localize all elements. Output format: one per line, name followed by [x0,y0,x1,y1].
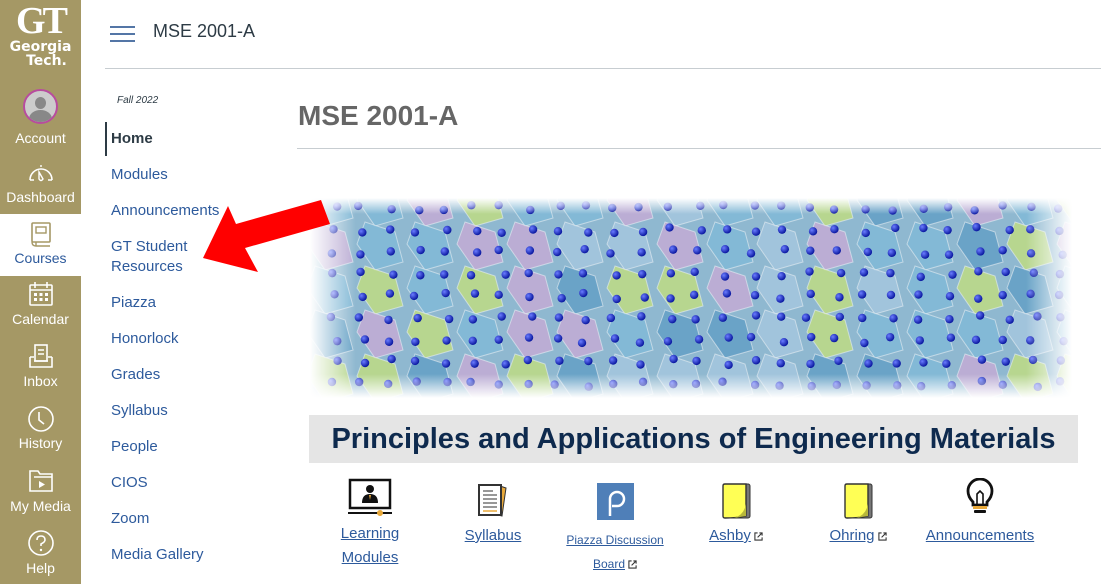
nav-inbox-label: Inbox [23,373,58,389]
course-nav-zoom[interactable]: Zoom [105,509,275,529]
announcements-link[interactable]: Announcements [918,524,1042,548]
nav-dashboard[interactable]: Dashboard [0,152,81,214]
nav-account-label: Account [15,130,66,146]
header-divider [105,68,1101,69]
piazza-icon [596,483,634,520]
title-divider [297,148,1101,149]
nav-calendar-label: Calendar [12,311,69,327]
book-icon [30,222,51,247]
media-folder-icon [28,470,53,492]
nav-calendar[interactable]: Calendar [0,278,81,340]
learning-modules-link[interactable]: Learning Modules [330,522,410,570]
avatar [23,89,58,124]
help-icon [27,530,54,556]
course-menu-toggle[interactable] [110,26,135,44]
georgia-tech-logo[interactable]: GT Georgia Tech. [0,0,81,82]
course-nav-announcements[interactable]: Announcements [105,201,275,221]
nav-history-label: History [18,435,63,451]
tile-syllabus[interactable]: Syllabus [457,482,529,548]
clock-icon [27,406,54,432]
piazza-discussion-board-link[interactable]: Piazza Discussion Board [560,528,670,576]
inbox-icon [28,344,53,368]
yellow-book-icon [844,483,873,519]
tile-ohring[interactable]: Ohring [820,482,896,548]
course-nav-media-gallery[interactable]: Media Gallery [105,545,275,565]
external-link-icon [754,531,763,541]
document-icon [478,484,507,517]
external-link-icon [628,560,637,569]
nav-my-media-label: My Media [10,498,71,514]
dashboard-icon [28,165,53,182]
crystal-structure-banner [310,198,1072,398]
nav-history[interactable]: History [0,402,81,464]
logo-name-line2: Tech. [26,53,67,69]
course-nav-syllabus[interactable]: Syllabus [105,401,275,421]
term-label: Fall 2022 [117,95,159,106]
logo-name-line1: Georgia [9,39,72,55]
logo-mark: GT [16,0,68,42]
course-nav-gt-student-resources[interactable]: GT Student Resources [105,237,275,277]
tile-piazza[interactable]: Piazza Discussion Board [560,483,670,576]
breadcrumb[interactable]: MSE 2001-A [153,21,255,42]
nav-courses[interactable]: Courses [0,214,81,276]
course-nav-modules[interactable]: Modules [105,165,275,185]
ohring-link[interactable]: Ohring [820,524,896,548]
page-title: MSE 2001-A [298,100,459,131]
course-nav-home[interactable]: Home [105,122,275,156]
external-link-icon [877,531,887,541]
tile-announcements[interactable]: Announcements [918,478,1042,548]
lightbulb-icon [966,478,994,513]
course-nav-grades[interactable]: Grades [105,365,275,385]
tile-ashby[interactable]: Ashby [698,482,774,548]
nav-dashboard-label: Dashboard [6,189,75,205]
nav-inbox[interactable]: Inbox [0,340,81,402]
syllabus-link[interactable]: Syllabus [457,524,529,548]
nav-account[interactable]: Account [0,84,81,150]
course-nav-cios[interactable]: CIOS [105,473,275,493]
ashby-link[interactable]: Ashby [698,524,774,548]
video-lecture-icon [348,478,392,516]
tile-learning-modules[interactable]: Learning Modules [330,478,410,570]
global-nav: GT Georgia Tech. Account Dashboard Cours… [0,0,81,584]
course-nav-honorlock[interactable]: Honorlock [105,329,275,349]
nav-courses-label: Courses [14,250,67,266]
calendar-icon [28,282,53,306]
yellow-book-icon [722,483,751,519]
nav-help[interactable]: Help [0,526,81,584]
course-heading: Principles and Applications of Engineeri… [309,415,1078,463]
course-nav-people[interactable]: People [105,437,275,457]
course-nav-piazza[interactable]: Piazza [105,293,275,313]
nav-help-label: Help [26,560,55,576]
nav-my-media[interactable]: My Media [0,464,81,526]
